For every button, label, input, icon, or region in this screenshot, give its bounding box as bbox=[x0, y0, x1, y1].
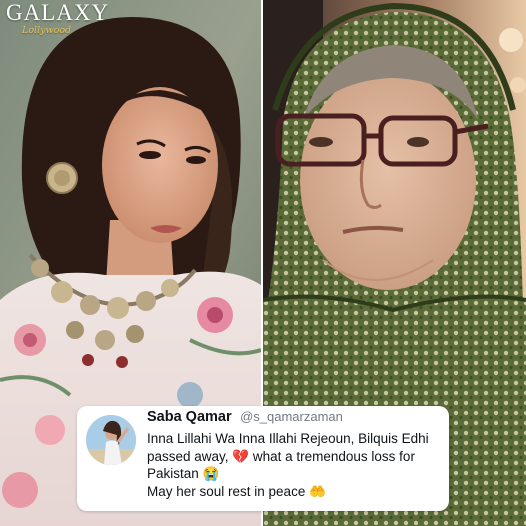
tweet-header: Saba Qamar @s_qamarzaman bbox=[147, 408, 343, 426]
tweet-text-line: Inna Lillahi Wa Inna Illahi Rejeoun, Bil… bbox=[147, 431, 429, 481]
watermark-brand: GALAXY bbox=[6, 0, 110, 25]
post-image: GALAXY Lollywood Saba Qamar @s_qamarzama… bbox=[0, 0, 526, 526]
author-handle[interactable]: @s_qamarzaman bbox=[240, 409, 343, 424]
tweet-text-line: May her soul rest in peace 🤲 bbox=[147, 483, 326, 499]
tweet-card[interactable]: Saba Qamar @s_qamarzaman Inna Lillahi Wa… bbox=[77, 406, 449, 511]
watermark-logo: GALAXY Lollywood bbox=[6, 0, 126, 46]
watermark-subtitle: Lollywood bbox=[22, 25, 72, 36]
author-name[interactable]: Saba Qamar bbox=[147, 409, 232, 425]
avatar-icon bbox=[86, 415, 136, 465]
tweet-text: Inna Lillahi Wa Inna Illahi Rejeoun, Bil… bbox=[147, 430, 443, 500]
avatar[interactable] bbox=[86, 415, 136, 465]
